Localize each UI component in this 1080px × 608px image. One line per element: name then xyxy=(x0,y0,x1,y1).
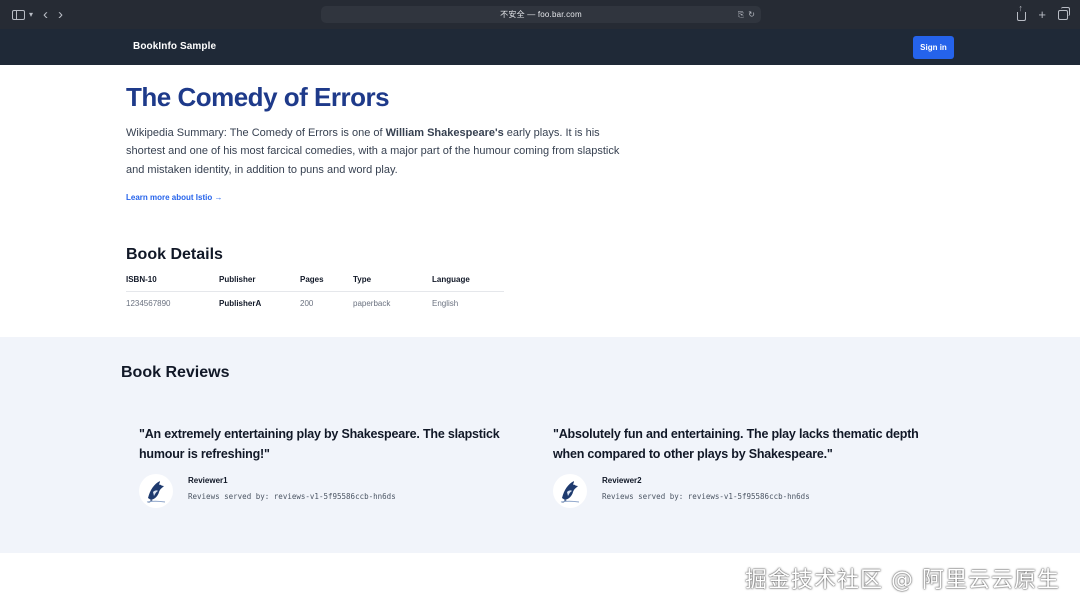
avatar xyxy=(139,474,173,508)
reviewer-name: Reviewer1 xyxy=(188,476,228,485)
review-quote: "Absolutely fun and entertaining. The pl… xyxy=(553,427,919,461)
watermark: 掘金技术社区 @ 阿里云云原生 xyxy=(745,568,1060,593)
column-header: ISBN-10 xyxy=(126,275,157,284)
column-header: Type xyxy=(353,275,372,284)
share-icon[interactable] xyxy=(1017,4,1027,21)
learn-more-link[interactable]: Learn more about Istio → xyxy=(126,193,222,202)
review-card: "Absolutely fun and entertaining. The pl… xyxy=(553,424,943,508)
reload-icon[interactable]: ↻ xyxy=(748,10,755,19)
avatar xyxy=(553,474,587,508)
table-row: 1234567890 PublisherA 200 paperback Engl… xyxy=(126,292,504,314)
brand-link[interactable]: BookInfo Sample xyxy=(133,41,216,52)
dolphin-icon xyxy=(560,481,580,503)
translate-icon[interactable]: ⎘ xyxy=(738,10,744,20)
address-bar-icons: ⎘ ↻ xyxy=(738,6,755,23)
language-cell: English xyxy=(432,298,459,308)
address-text: 不安全 — foo.bar.com xyxy=(500,10,582,19)
review-card: "An extremely entertaining play by Shake… xyxy=(139,424,529,508)
dolphin-icon xyxy=(146,481,166,503)
reviewer-served-by: Reviews served by: reviews-v1-5f95586ccb… xyxy=(188,492,396,501)
summary-author: William Shakespeare's xyxy=(385,127,504,139)
page-title: The Comedy of Errors xyxy=(126,82,390,112)
book-details-heading: Book Details xyxy=(126,246,223,263)
book-summary: Wikipedia Summary: The Comedy of Errors … xyxy=(126,124,631,179)
reviewer-served-by: Reviews served by: reviews-v1-5f95586ccb… xyxy=(602,492,810,501)
column-header: Pages xyxy=(300,275,324,284)
table-header-row: ISBN-10 Publisher Pages Type Language xyxy=(126,268,504,292)
forward-icon[interactable]: › xyxy=(58,7,63,22)
type-cell: paperback xyxy=(353,298,391,308)
reviewer-info: Reviewer1 Reviews served by: reviews-v1-… xyxy=(188,476,396,501)
browser-toolbar-left: ▾ ‹ › xyxy=(12,0,63,29)
pages-cell: 200 xyxy=(300,298,314,308)
reviewer: Reviewer1 Reviews served by: reviews-v1-… xyxy=(139,474,529,508)
app-navbar: BookInfo Sample Sign in xyxy=(0,29,1080,65)
summary-prefix: Wikipedia Summary: The Comedy of Errors … xyxy=(126,127,386,139)
reviewer: Reviewer2 Reviews served by: reviews-v1-… xyxy=(553,474,943,508)
sidebar-icon[interactable] xyxy=(12,9,25,20)
browser-toolbar: ▾ ‹ › 不安全 — foo.bar.com ⎘ ↻ + xyxy=(0,0,1080,29)
address-bar[interactable]: 不安全 — foo.bar.com ⎘ ↻ xyxy=(321,6,761,23)
chevron-down-icon[interactable]: ▾ xyxy=(29,10,33,19)
tabs-overview-icon[interactable] xyxy=(1058,6,1070,20)
column-header: Publisher xyxy=(219,275,256,284)
column-header: Language xyxy=(432,275,470,284)
reviewer-info: Reviewer2 Reviews served by: reviews-v1-… xyxy=(602,476,810,501)
sign-in-button[interactable]: Sign in xyxy=(913,36,954,59)
publisher-cell: PublisherA xyxy=(219,298,262,308)
review-quote: "An extremely entertaining play by Shake… xyxy=(139,427,500,461)
book-details-table: ISBN-10 Publisher Pages Type Language 12… xyxy=(126,268,504,314)
back-icon[interactable]: ‹ xyxy=(43,7,48,22)
browser-toolbar-right: + xyxy=(1017,0,1070,29)
reviews-section: Book Reviews "An extremely entertaining … xyxy=(0,337,1080,553)
isbn-cell: 1234567890 xyxy=(126,298,171,308)
reviews-heading: Book Reviews xyxy=(121,364,230,381)
reviewer-name: Reviewer2 xyxy=(602,476,642,485)
new-tab-icon[interactable]: + xyxy=(1038,8,1046,21)
